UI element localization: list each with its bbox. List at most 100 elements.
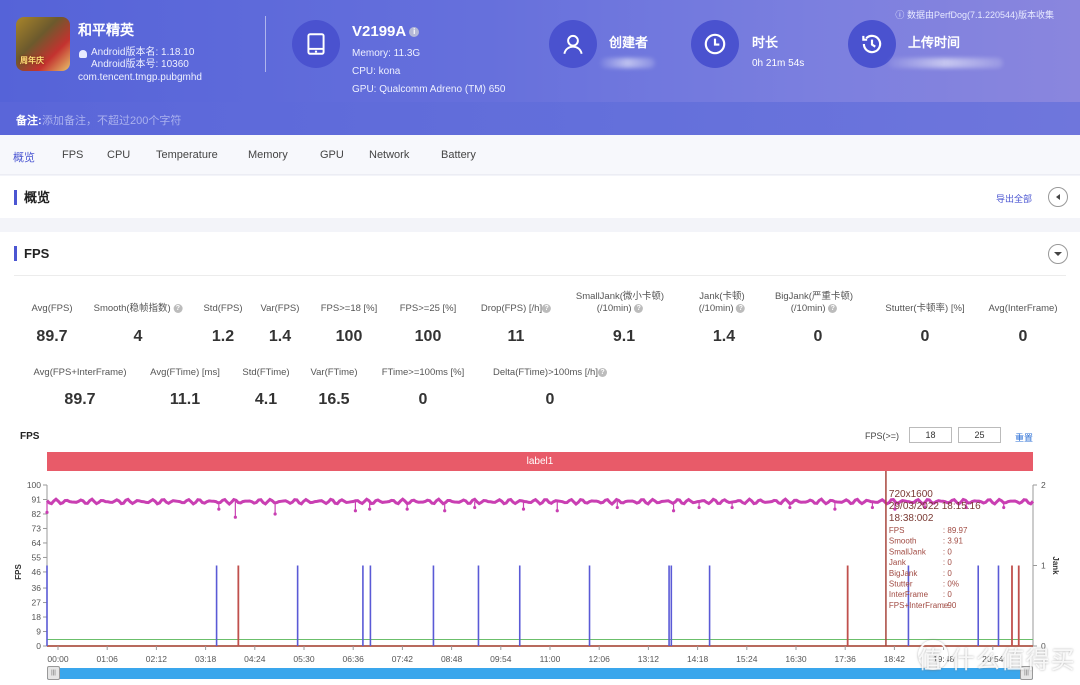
tooltip-datetime: 29/03/2022 18:15:16 [889, 501, 981, 512]
creator-value-redacted [600, 58, 655, 68]
help-icon[interactable]: ? [597, 367, 607, 377]
fps-dip-point [521, 507, 526, 511]
tab-temperature[interactable]: Temperature [156, 149, 218, 161]
metric-value: 100 [414, 328, 442, 345]
tab-overview[interactable]: 概览 [13, 149, 35, 165]
caret-down-icon [1054, 252, 1062, 256]
watermark: 值 什么值得买 [918, 647, 1076, 674]
metric-value: 11 [507, 328, 525, 345]
metric-value: 0 [920, 328, 930, 345]
range-scrollbar[interactable] [47, 668, 1033, 679]
metric-label: Avg(InterFrame) [988, 303, 1058, 314]
tooltip-value: : 0% [943, 580, 959, 589]
tab-battery[interactable]: Battery [441, 149, 476, 161]
y-tick-label: 73 [32, 523, 42, 533]
note-input[interactable]: 添加备注，不超过200个字符 [42, 112, 181, 128]
tab-memory[interactable]: Memory [248, 149, 288, 161]
range-handle-left[interactable]: ||| [47, 666, 60, 680]
y-tick-label: 27 [32, 598, 42, 608]
y2-axis-label: Jank [1051, 556, 1060, 575]
x-tick-label: 03:18 [195, 654, 217, 664]
fps-chart[interactable]: 09182736465564738291100012FPS Jank00:00 01… [0, 471, 1080, 668]
collapse-left-button[interactable] [1048, 187, 1068, 207]
clock-icon [691, 20, 739, 68]
tooltip-value: : 0 [943, 558, 952, 567]
y-axis-label: FPS [14, 563, 23, 579]
overview-card: 概览 导出全部 [0, 176, 1080, 218]
metric-value: 11.1 [169, 391, 201, 408]
x-tick-label: 18:42 [884, 654, 906, 664]
creator-title: 创建者 [609, 35, 649, 50]
export-all-link[interactable]: 导出全部 [996, 192, 1032, 205]
metric-label-unit: (/10min) [790, 303, 826, 314]
metric-label: Delta(FTime)>100ms [/h]? [493, 367, 607, 379]
x-tick-label: 04:24 [244, 654, 266, 664]
y-tick-label: 55 [32, 552, 42, 562]
metric-label-text: Jank(卡顿) [699, 291, 745, 302]
y-tick-label: 0 [36, 641, 41, 651]
tooltip-value: : 0 [943, 569, 952, 578]
tooltip-key: Jank [889, 558, 907, 567]
collapse-down-button[interactable] [1048, 244, 1068, 264]
help-icon[interactable]: ? [828, 303, 838, 313]
fps-dip-point [1002, 505, 1006, 510]
metric-label-text: Delta(FTime)>100ms [/h] [493, 367, 598, 378]
help-icon[interactable]: ? [173, 303, 183, 313]
metric-value: 89.7 [64, 391, 96, 408]
metric-value: 100 [335, 328, 363, 345]
metric-label: FPS>=18 [%] [320, 303, 378, 314]
metric-label: FPS>=25 [%] [399, 303, 457, 314]
y-tick-label: 18 [32, 612, 42, 622]
metric-label: Std(FTime) [242, 367, 290, 378]
fps-dip-point [45, 510, 49, 514]
x-tick-label: 09:54 [490, 654, 512, 664]
metric-label-text: Drop(FPS) [/h] [480, 303, 543, 314]
tab-cpu[interactable]: CPU [107, 149, 130, 161]
metric-value: 9.1 [612, 328, 636, 345]
fps-dip-point [353, 509, 358, 513]
x-tick-label: 07:42 [392, 654, 414, 664]
metric-label: Avg(FTime) [ms] [150, 367, 220, 378]
tooltip-resolution: 720x1600 [889, 489, 933, 500]
x-tick-label: 14:18 [687, 654, 709, 664]
tooltip-value: : 0 [943, 547, 952, 556]
fps-dip-point [405, 507, 409, 511]
help-icon[interactable]: ? [634, 303, 644, 313]
help-icon[interactable]: ? [736, 303, 746, 313]
tab-network[interactable]: Network [369, 149, 409, 161]
fps-dip-point [368, 507, 372, 511]
metric-value: 0 [545, 391, 555, 408]
y-tick-label: 9 [36, 627, 41, 637]
fps-dip-point [555, 509, 559, 513]
note-bar: 备注: 添加备注，不超过200个字符 [0, 102, 1080, 135]
data-source-note: ⓘ 数据由PerfDog(7.1.220544)版本收集 [895, 10, 1054, 20]
device-gpu: GPU: Qualcomm Adreno (TM) 650 [352, 84, 506, 95]
x-tick-label: 12:06 [589, 654, 611, 664]
fps-threshold-2-input[interactable] [958, 427, 1001, 443]
tab-gpu[interactable]: GPU [320, 149, 344, 161]
y2-tick-label: 2 [1041, 480, 1046, 490]
metric-value: 16.5 [318, 391, 350, 408]
x-tick-label: 17:36 [835, 654, 857, 664]
tooltip-value: : 89.97 [943, 526, 968, 535]
upload-time-redacted [888, 58, 1003, 68]
user-icon [549, 20, 597, 68]
label-band[interactable]: label1 [47, 452, 1033, 471]
device-cpu: CPU: kona [352, 66, 401, 77]
y2-tick-label: 1 [1041, 561, 1046, 571]
android-icon [79, 50, 87, 58]
fps-dip-point [730, 505, 734, 510]
metric-label: Smooth(稳帧指数) ? [94, 303, 183, 315]
metric-label-text: BigJank(严重卡顿) [774, 291, 854, 302]
info-icon[interactable]: i [409, 27, 420, 38]
duration-title: 时长 [752, 35, 779, 50]
fps-threshold-label: FPS(>=) [865, 431, 900, 441]
chart-title: FPS [20, 431, 40, 442]
tab-fps[interactable]: FPS [62, 149, 83, 161]
tab-bar: 概览 FPS CPU Temperature Memory GPU Networ… [0, 135, 1080, 175]
metric-value: 1.4 [268, 328, 292, 345]
metric-label-unit: (/10min) [596, 303, 632, 314]
fps-threshold-1-input[interactable] [909, 427, 952, 443]
help-icon[interactable]: ? [542, 303, 552, 313]
reset-link[interactable]: 重置 [1015, 431, 1033, 444]
